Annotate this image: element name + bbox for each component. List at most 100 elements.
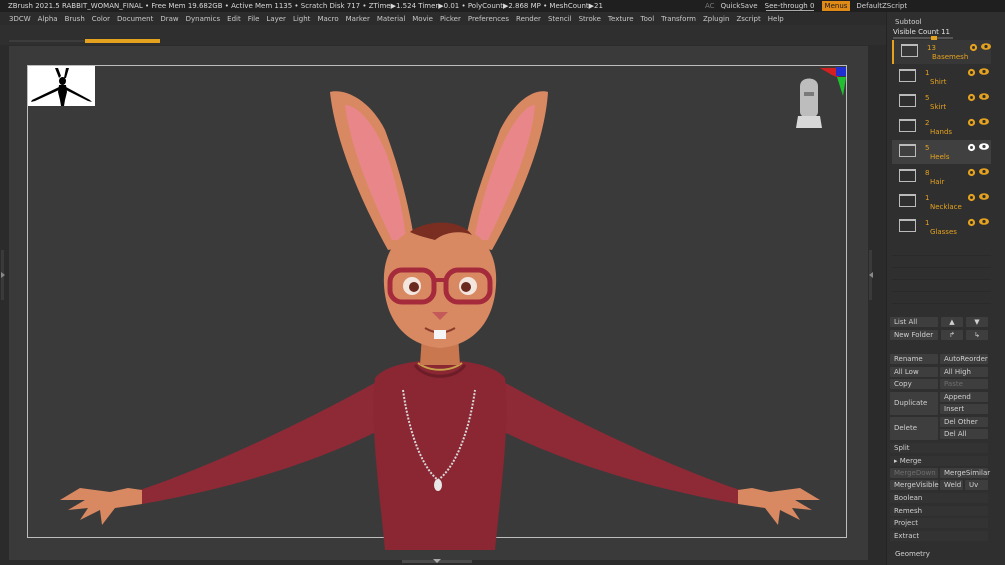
menu-stroke[interactable]: Stroke: [579, 15, 601, 23]
boolean-section[interactable]: Boolean: [890, 493, 988, 503]
insert-button[interactable]: Insert: [940, 404, 988, 414]
eye-icon[interactable]: [981, 43, 991, 50]
eye-icon[interactable]: [979, 143, 989, 150]
arrow-up-icon: ▲: [949, 318, 955, 326]
auto-reorder-button[interactable]: AutoReorder: [940, 354, 988, 364]
gear-icon[interactable]: [969, 43, 978, 52]
subtool-item[interactable]: 1 Shirt: [892, 65, 991, 89]
eye-icon[interactable]: [979, 218, 989, 225]
menu-file[interactable]: File: [248, 15, 260, 23]
subtool-item[interactable]: 5 Skirt: [892, 90, 991, 114]
menu-draw[interactable]: Draw: [160, 15, 178, 23]
empty-subtool-slot: [892, 292, 991, 304]
menu-movie[interactable]: Movie: [412, 15, 433, 23]
right-iris: [461, 282, 471, 292]
default-zscript-button[interactable]: DefaultZScript: [856, 2, 907, 10]
merge-similar-button[interactable]: MergeSimilar: [940, 468, 990, 478]
menu-tool[interactable]: Tool: [641, 15, 655, 23]
menu-layer[interactable]: Layer: [266, 15, 286, 23]
list-all-button[interactable]: List All: [890, 317, 938, 327]
eye-icon[interactable]: [979, 93, 989, 100]
menu-stencil[interactable]: Stencil: [548, 15, 572, 23]
split-section[interactable]: Split: [890, 443, 988, 453]
right-tray-handle[interactable]: [868, 250, 874, 300]
shelf-tab-active[interactable]: [85, 39, 160, 43]
menu-material[interactable]: Material: [377, 15, 405, 23]
merge-section[interactable]: ▸ Merge: [890, 456, 988, 466]
project-section[interactable]: Project: [890, 518, 988, 528]
eye-icon[interactable]: [979, 118, 989, 125]
menu-render[interactable]: Render: [516, 15, 541, 23]
eye-icon[interactable]: [979, 68, 989, 75]
menu-marker[interactable]: Marker: [346, 15, 370, 23]
menu-document[interactable]: Document: [117, 15, 153, 23]
see-through-slider[interactable]: See-through 0: [764, 1, 816, 11]
del-other-button[interactable]: Del Other: [940, 417, 988, 427]
quicksave-button[interactable]: QuickSave: [721, 2, 758, 10]
subtool-item[interactable]: 13 Basemesh: [892, 40, 991, 64]
all-high-button[interactable]: All High: [940, 367, 988, 377]
uv-toggle[interactable]: Uv: [965, 480, 988, 490]
menu-transform[interactable]: Transform: [661, 15, 696, 23]
menu-texture[interactable]: Texture: [608, 15, 634, 23]
menu-macro[interactable]: Macro: [317, 15, 338, 23]
menu-help[interactable]: Help: [768, 15, 784, 23]
move-down-button[interactable]: ▼: [966, 317, 988, 327]
del-all-button[interactable]: Del All: [940, 429, 988, 439]
menu-zplugin[interactable]: Zplugin: [703, 15, 729, 23]
extract-section[interactable]: Extract: [890, 531, 988, 541]
menu-preferences[interactable]: Preferences: [468, 15, 509, 23]
rename-button[interactable]: Rename: [890, 354, 938, 364]
menu-picker[interactable]: Picker: [440, 15, 461, 23]
subtool-item[interactable]: 1 Glasses: [892, 215, 991, 239]
subtool-count: 1: [925, 69, 930, 77]
visible-count-slider[interactable]: [893, 36, 953, 40]
gear-icon[interactable]: [967, 118, 976, 127]
menu-zscript[interactable]: Zscript: [736, 15, 760, 23]
left-tray-handle[interactable]: [0, 250, 6, 300]
eye-icon[interactable]: [979, 193, 989, 200]
paste-button[interactable]: Paste: [940, 379, 988, 389]
delete-button[interactable]: Delete: [890, 417, 938, 440]
subtool-item[interactable]: 2 Hands: [892, 115, 991, 139]
copy-button[interactable]: Copy: [890, 379, 938, 389]
menu-3dcw[interactable]: 3DCW: [9, 15, 31, 23]
gear-icon[interactable]: [967, 218, 976, 227]
menu-alpha[interactable]: Alpha: [38, 15, 58, 23]
gear-icon[interactable]: [967, 193, 976, 202]
subtool-item[interactable]: 1 Necklace: [892, 190, 991, 214]
menu-edit[interactable]: Edit: [227, 15, 241, 23]
menu-color[interactable]: Color: [92, 15, 110, 23]
arrow-right-up-button[interactable]: ↱: [941, 330, 963, 340]
merge-visible-button[interactable]: MergeVisible: [890, 480, 939, 490]
subtool-count: 1: [925, 194, 930, 202]
move-up-button[interactable]: ▲: [941, 317, 963, 327]
menu-dynamics[interactable]: Dynamics: [186, 15, 221, 23]
gear-icon[interactable]: [967, 168, 976, 177]
merge-down-button[interactable]: MergeDown: [890, 468, 938, 478]
menus-toggle[interactable]: Menus: [821, 1, 851, 11]
eye-icon[interactable]: [979, 168, 989, 175]
orientation-gizmo[interactable]: [792, 64, 852, 130]
bottom-tray-handle[interactable]: [402, 558, 472, 564]
gear-icon[interactable]: [967, 143, 976, 152]
menu-light[interactable]: Light: [293, 15, 310, 23]
subtool-header[interactable]: Subtool: [895, 18, 922, 26]
new-folder-button[interactable]: New Folder: [890, 330, 938, 340]
all-low-button[interactable]: All Low: [890, 367, 938, 377]
duplicate-button[interactable]: Duplicate: [890, 392, 938, 415]
subtool-item[interactable]: 5 Heels: [892, 140, 991, 164]
subtool-item[interactable]: 8 Hair: [892, 165, 991, 189]
gear-icon[interactable]: [967, 68, 976, 77]
geometry-header[interactable]: Geometry: [895, 550, 930, 558]
teeth: [434, 330, 446, 339]
character-model[interactable]: [40, 80, 840, 550]
weld-toggle[interactable]: Weld: [940, 480, 963, 490]
arrow-left-down-button[interactable]: ↳: [966, 330, 988, 340]
folder-icon: [899, 94, 916, 107]
menu-brush[interactable]: Brush: [65, 15, 85, 23]
append-button[interactable]: Append: [940, 392, 988, 402]
remesh-section[interactable]: Remesh: [890, 506, 988, 516]
gizmo-head-icon: [800, 78, 818, 118]
gear-icon[interactable]: [967, 93, 976, 102]
